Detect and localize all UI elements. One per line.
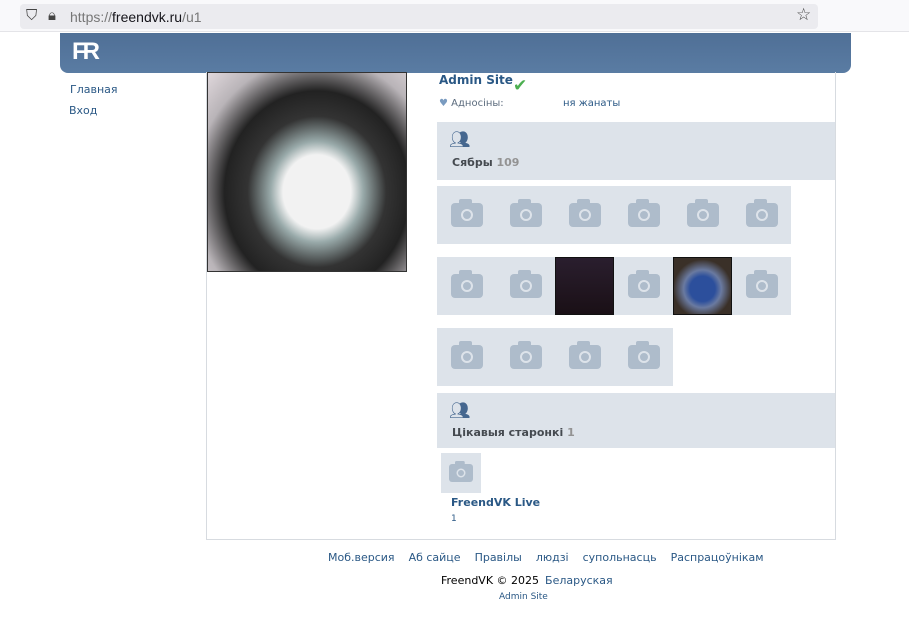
camera-icon [449, 461, 473, 482]
camera-icon [509, 341, 542, 369]
friend-thumb[interactable] [437, 257, 496, 315]
friend-thumb[interactable] [555, 186, 614, 244]
friend-thumb[interactable] [673, 186, 732, 244]
nav-login[interactable]: Вход [69, 104, 97, 117]
footer-user-link[interactable]: Admin Site [499, 592, 548, 602]
page-count: 1 [451, 514, 457, 524]
camera-icon [627, 199, 660, 227]
footer-link-people[interactable]: людзі [536, 551, 569, 564]
browser-toolbar: ⛉ 🔒︎ https://freendvk.ru/u1 ☆ [0, 0, 909, 32]
language-link[interactable]: Беларуская [545, 574, 613, 587]
friend-thumb[interactable] [437, 328, 496, 386]
friends-title: Сябры 109 [452, 156, 520, 169]
camera-icon [450, 270, 483, 298]
address-bar[interactable]: ⛉ 🔒︎ https://freendvk.ru/u1 ☆ [20, 4, 818, 29]
friend-thumb[interactable] [496, 186, 555, 244]
camera-icon [627, 270, 660, 298]
footer-link-rules[interactable]: Правілы [475, 551, 522, 564]
heart-icon: ♥ [439, 98, 448, 109]
friend-thumb[interactable] [437, 186, 496, 244]
camera-icon [509, 270, 542, 298]
camera-icon [568, 341, 601, 369]
relationship-value: ня жанаты [563, 98, 621, 109]
site-header: FR [60, 33, 851, 73]
pages-title: Цікавыя старонкі 1 [452, 426, 575, 439]
page-thumb[interactable] [441, 453, 481, 493]
relationship-label: ♥ Адносіны: [439, 98, 504, 109]
profile-avatar[interactable] [207, 72, 407, 272]
bookmark-star-icon[interactable]: ☆ [796, 5, 811, 25]
camera-icon [450, 199, 483, 227]
footer-link-mobile[interactable]: Моб.версия [328, 551, 395, 564]
friend-thumb[interactable] [732, 186, 791, 244]
friend-thumb[interactable] [732, 257, 791, 315]
footer-link-developers[interactable]: Распрацоўнікам [671, 551, 764, 564]
profile-name: Admin Site [439, 73, 513, 87]
footer-link-about[interactable]: Аб сайце [409, 551, 461, 564]
site-logo[interactable]: FR [72, 38, 100, 66]
page-name[interactable]: FreendVK Live [451, 496, 540, 509]
nav-home[interactable]: Главная [70, 83, 118, 96]
friend-thumb[interactable] [614, 186, 673, 244]
camera-icon [745, 270, 778, 298]
camera-icon [450, 341, 483, 369]
url-text[interactable]: https://freendvk.ru/u1 [70, 9, 202, 25]
camera-icon [627, 341, 660, 369]
friend-thumb[interactable] [555, 328, 614, 386]
friend-thumb[interactable] [496, 328, 555, 386]
camera-icon [568, 199, 601, 227]
friends-header[interactable]: 👥︎ Сябры 109 [437, 122, 835, 180]
lock-icon[interactable]: 🔒︎ [48, 6, 56, 24]
pages-header[interactable]: 👥︎ Цікавыя старонкі 1 [437, 393, 835, 448]
verified-check-icon: ✔ [513, 76, 528, 96]
copyright: FreendVK © 2025 Беларуская [441, 574, 613, 587]
friend-thumb[interactable] [614, 328, 673, 386]
footer-link-communities[interactable]: супольнасць [583, 551, 657, 564]
pages-icon: 👥︎ [449, 401, 471, 421]
shield-icon[interactable]: ⛉ [26, 6, 37, 24]
friend-thumb[interactable] [496, 257, 555, 315]
camera-icon [509, 199, 542, 227]
footer-links: Моб.версия Аб сайце Правілы людзі суполь… [328, 551, 764, 564]
friend-photo[interactable] [555, 257, 614, 315]
camera-icon [745, 199, 778, 227]
friend-thumb[interactable] [614, 257, 673, 315]
friends-row [437, 328, 673, 386]
friend-photo[interactable] [673, 257, 732, 315]
friends-row [437, 257, 791, 315]
friends-icon: 👥︎ [449, 130, 471, 150]
friends-row [437, 186, 791, 244]
camera-icon [686, 199, 719, 227]
